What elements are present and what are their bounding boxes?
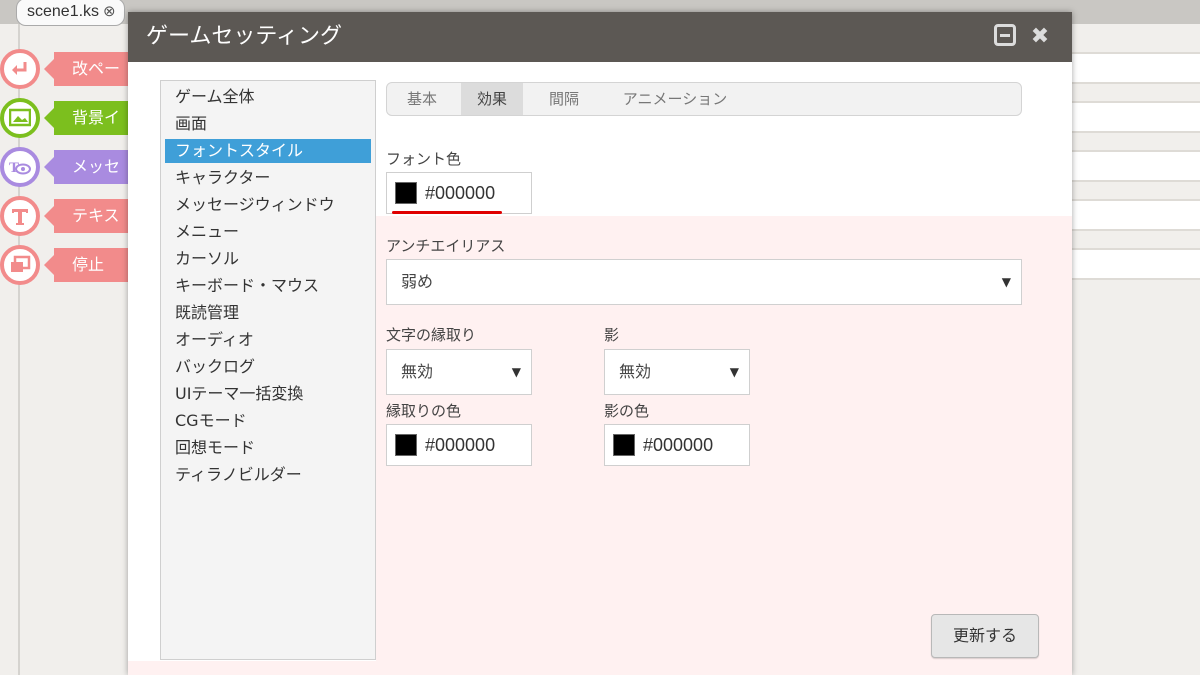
outline-color-swatch [395, 434, 417, 456]
sidebar-item-ui-theme[interactable]: UIテーマ一括変換 [165, 382, 371, 406]
editor-row[interactable] [1072, 199, 1200, 231]
tab-basic[interactable]: 基本 [391, 83, 453, 115]
dialog-title: ゲームセッティング [146, 24, 343, 49]
outline-value: 無効 [401, 362, 434, 381]
dialog-body: ゲーム全体 画面 フォントスタイル キャラクター メッセージウィンドウ メニュー… [128, 62, 1072, 675]
font-color-swatch [395, 182, 417, 204]
block-label-box: 背景イ [44, 101, 134, 135]
block-label-box: テキス [44, 199, 134, 233]
sidebar-item-character[interactable]: キャラクター [165, 166, 371, 190]
editor-row[interactable] [1072, 101, 1200, 133]
sidebar-item-keyboard-mouse[interactable]: キーボード・マウス [165, 274, 371, 298]
outline-color-label: 縁取りの色 [386, 402, 462, 420]
shadow-label: 影 [604, 326, 620, 344]
shadow-color-label: 影の色 [604, 402, 650, 420]
settings-sidebar: ゲーム全体 画面 フォントスタイル キャラクター メッセージウィンドウ メニュー… [160, 80, 376, 660]
sidebar-item-cursor[interactable]: カーソル [165, 247, 371, 271]
background-image-icon [0, 98, 40, 138]
highlight-underline [392, 211, 502, 214]
font-color-label: フォント色 [386, 150, 462, 168]
block-label: テキス [72, 206, 120, 225]
text-t-icon [0, 196, 40, 236]
tab-close-icon[interactable]: ⊗ [103, 0, 116, 25]
scene-tab-label: scene1.ks [27, 3, 100, 20]
outline-color-field[interactable]: #000000 [386, 424, 532, 466]
sidebar-item-tyrano-builder[interactable]: ティラノビルダー [165, 463, 371, 487]
tab-animation[interactable]: アニメーション [605, 83, 745, 115]
update-button[interactable]: 更新する [931, 614, 1039, 658]
tab-spacing[interactable]: 間隔 [533, 83, 595, 115]
block-label-box: メッセ [44, 150, 134, 184]
sidebar-item-audio[interactable]: オーディオ [165, 328, 371, 352]
shadow-color-swatch [613, 434, 635, 456]
sidebar-item-cg-mode[interactable]: CGモード [165, 409, 371, 433]
block-label-box: 停止 [44, 248, 134, 282]
outline-color-value: #000000 [425, 434, 496, 455]
dialog-titlebar[interactable]: ゲームセッティング ✖ [128, 12, 1072, 62]
minimize-icon[interactable] [994, 24, 1016, 46]
sidebar-item-read-management[interactable]: 既読管理 [165, 301, 371, 325]
shadow-select[interactable]: 無効 ▼ [604, 349, 750, 395]
font-color-field[interactable]: #000000 [386, 172, 532, 214]
antialias-select[interactable]: 弱め ▼ [386, 259, 1022, 305]
editor-row[interactable] [1072, 52, 1200, 84]
svg-text:T: T [9, 160, 19, 176]
chevron-down-icon: ▼ [511, 365, 521, 379]
game-settings-dialog: ゲームセッティング ✖ ゲーム全体 画面 フォントスタイル キャラクター メッセ… [128, 12, 1072, 675]
window-stop-icon [0, 245, 40, 285]
editor-row[interactable] [1072, 150, 1200, 182]
block-label: 背景イ [72, 108, 121, 127]
sidebar-item-screen[interactable]: 画面 [165, 112, 371, 136]
message-eye-icon: T [0, 147, 40, 187]
chevron-down-icon: ▼ [729, 365, 739, 379]
sidebar-item-font-style[interactable]: フォントスタイル [165, 139, 371, 163]
block-label: メッセ [72, 157, 121, 176]
chevron-down-icon: ▼ [1001, 275, 1011, 289]
outline-select[interactable]: 無効 ▼ [386, 349, 532, 395]
antialias-value: 弱め [401, 272, 434, 291]
block-label-box: 改ペー [44, 52, 134, 86]
sidebar-item-menu[interactable]: メニュー [165, 220, 371, 244]
sidebar-item-game[interactable]: ゲーム全体 [165, 85, 371, 109]
titlebar-icons: ✖ [994, 24, 1052, 49]
font-color-value: #000000 [425, 182, 496, 203]
scene-tab[interactable]: scene1.ks ⊗ [16, 0, 125, 26]
return-arrow-icon [0, 49, 40, 89]
shadow-value: 無効 [619, 362, 652, 381]
block-label: 改ペー [72, 59, 121, 78]
dialog-footer-bg [128, 661, 1072, 675]
shadow-color-field[interactable]: #000000 [604, 424, 750, 466]
sidebar-item-recollection-mode[interactable]: 回想モード [165, 436, 371, 460]
tab-effects[interactable]: 効果 [461, 83, 523, 115]
sidebar-item-message-window[interactable]: メッセージウィンドウ [165, 193, 371, 217]
block-label: 停止 [72, 255, 105, 274]
shadow-color-value: #000000 [643, 434, 714, 455]
outline-label: 文字の縁取り [386, 326, 477, 344]
settings-tabbar: 基本 効果 間隔 アニメーション [386, 82, 1022, 116]
sidebar-item-backlog[interactable]: バックログ [165, 355, 371, 379]
antialias-label: アンチエイリアス [386, 237, 506, 255]
close-icon[interactable]: ✖ [1028, 24, 1052, 49]
editor-row[interactable] [1072, 248, 1200, 280]
